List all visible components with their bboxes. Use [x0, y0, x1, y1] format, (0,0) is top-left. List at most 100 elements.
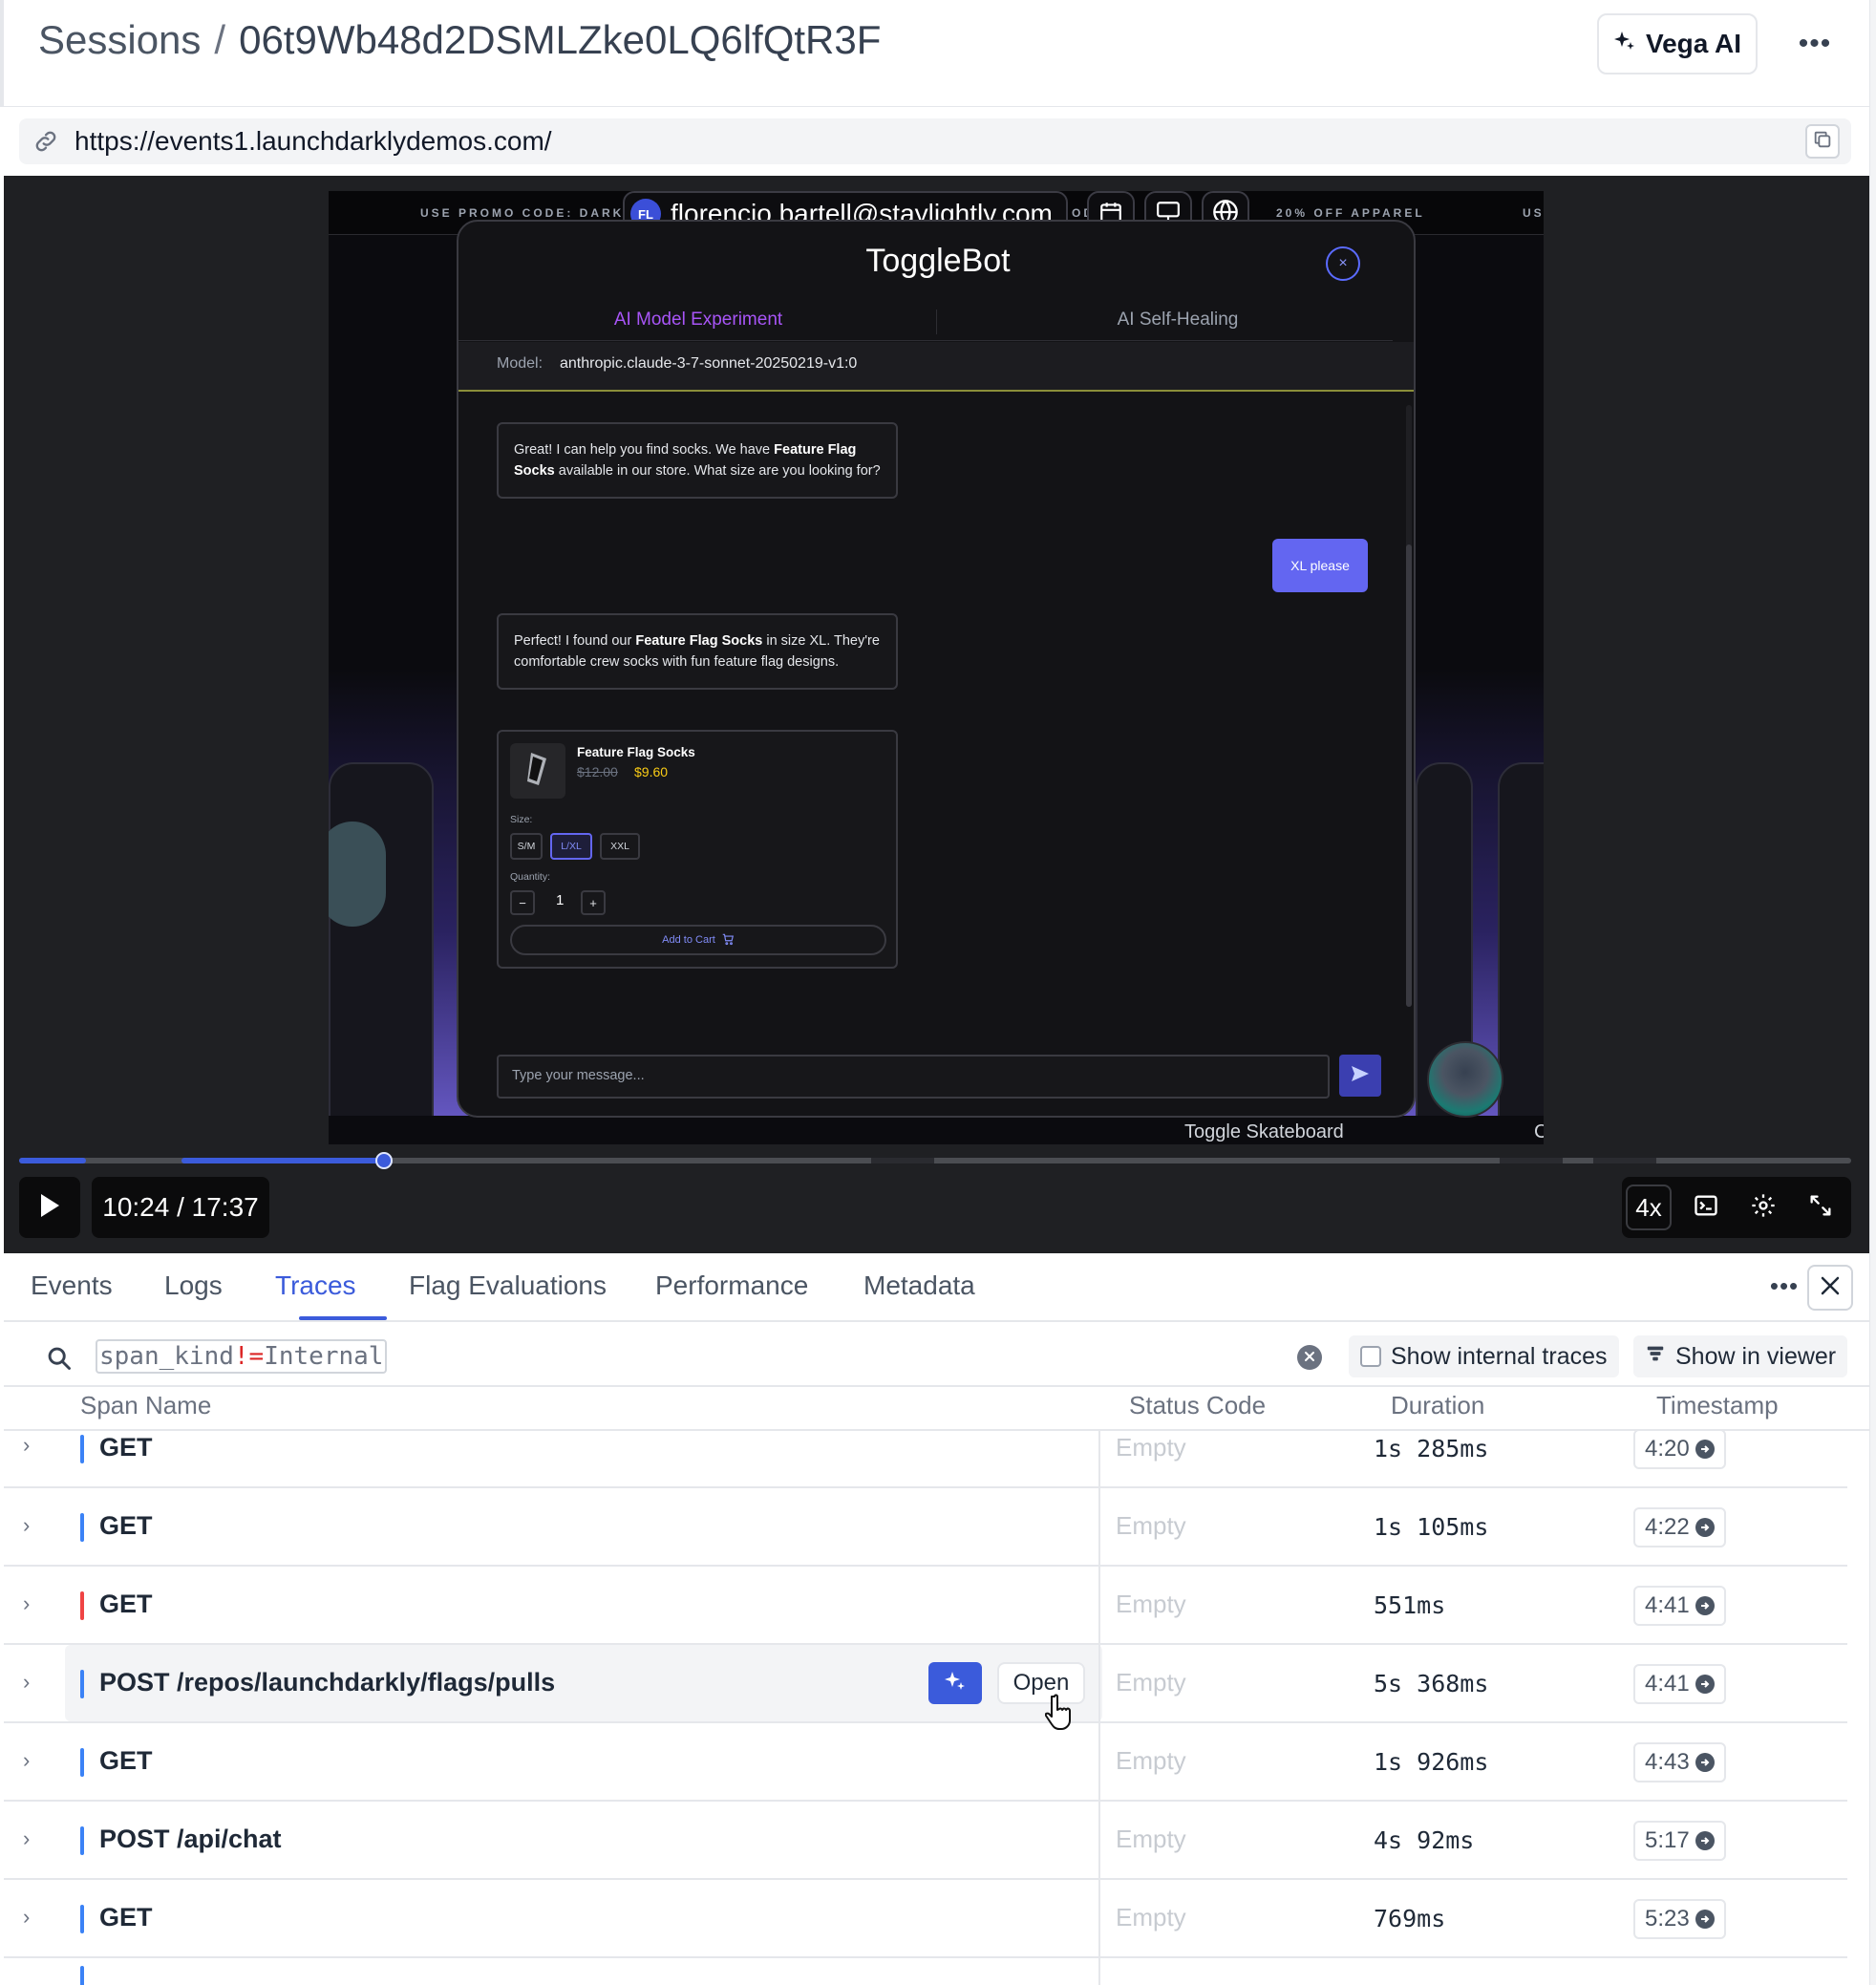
- span-name: POST /api/chat: [99, 1825, 282, 1853]
- timestamp-button[interactable]: 4:43: [1633, 1742, 1726, 1782]
- table-row[interactable]: [4, 1958, 1847, 1985]
- chat-scrollbar-thumb[interactable]: [1406, 544, 1412, 1007]
- timestamp-button[interactable]: 4:20: [1633, 1431, 1726, 1469]
- size-option-xxl[interactable]: XXL: [600, 833, 640, 860]
- arrow-right-icon: [1695, 1440, 1715, 1459]
- trace-search-input[interactable]: span_kind!=Internal: [96, 1339, 388, 1374]
- chevron-right-icon[interactable]: ›: [23, 1748, 30, 1773]
- tab-flag-evaluations[interactable]: Flag Evaluations: [409, 1270, 607, 1301]
- timestamp-button[interactable]: 5:23: [1633, 1899, 1726, 1939]
- table-row[interactable]: › GET Empty 551ms 4:41: [4, 1567, 1847, 1645]
- chatbot-close-button[interactable]: ×: [1326, 246, 1360, 281]
- chat-tab-ai-self-healing[interactable]: AI Self-Healing: [938, 309, 1414, 331]
- table-row[interactable]: › GET Empty 769ms 5:23: [4, 1880, 1847, 1958]
- timeline-inactive-segment: [871, 1158, 934, 1163]
- add-to-cart-button[interactable]: Add to Cart: [510, 925, 886, 955]
- play-button[interactable]: [19, 1177, 80, 1238]
- column-header-status-code[interactable]: Status Code: [1129, 1391, 1266, 1420]
- playback-speed-button[interactable]: 4x: [1626, 1185, 1672, 1230]
- status-code: Empty: [1116, 1825, 1186, 1853]
- quantity-increase-button[interactable]: +: [581, 890, 606, 915]
- chevron-right-icon[interactable]: ›: [23, 1826, 30, 1851]
- timestamp-button[interactable]: 4:41: [1633, 1586, 1726, 1626]
- timestamp-value: 4:20: [1645, 1436, 1690, 1462]
- breadcrumb-sessions-link[interactable]: Sessions: [38, 17, 201, 62]
- span-status-bar: [80, 1435, 84, 1463]
- span-status-bar: [80, 1513, 84, 1542]
- show-internal-traces-toggle[interactable]: Show internal traces: [1349, 1335, 1619, 1377]
- tab-performance[interactable]: Performance: [655, 1270, 808, 1301]
- table-row[interactable]: › POST /repos/launchdarkly/flags/pulls O…: [4, 1645, 1847, 1723]
- arrow-right-icon: [1695, 1910, 1715, 1929]
- quantity-label: Quantity:: [510, 871, 551, 883]
- arrow-right-icon: [1695, 1518, 1715, 1537]
- product-price: $9.60: [634, 764, 669, 779]
- vega-ai-button[interactable]: Vega AI: [1597, 13, 1758, 75]
- chatbot-launcher-avatar[interactable]: [1427, 1041, 1503, 1118]
- chevron-right-icon[interactable]: ›: [23, 1591, 30, 1616]
- duration: 5s 368ms: [1374, 1670, 1489, 1697]
- arrow-right-icon: [1695, 1675, 1715, 1694]
- column-header-duration[interactable]: Duration: [1391, 1391, 1484, 1420]
- size-option-sm[interactable]: S/M: [510, 833, 543, 860]
- timeline-activity-segment: [19, 1158, 86, 1163]
- query-operator: !=: [233, 1342, 265, 1371]
- timestamp-button[interactable]: 5:17: [1633, 1821, 1726, 1861]
- traces-table-header: Span Name Status Code Duration Timestamp: [4, 1387, 1869, 1431]
- sparkle-icon: [1613, 29, 1636, 59]
- chevron-right-icon[interactable]: ›: [23, 1433, 30, 1458]
- tabs-more-button[interactable]: •••: [1767, 1269, 1801, 1303]
- timeline-scrubber[interactable]: [374, 1152, 393, 1169]
- chevron-right-icon[interactable]: ›: [23, 1670, 30, 1695]
- more-options-button[interactable]: •••: [1788, 21, 1842, 67]
- traces-table-body: › GET Empty 1s 285ms 4:20 › GET Empty 1s…: [4, 1431, 1847, 1985]
- terminal-icon: [1693, 1192, 1719, 1224]
- model-info-row: Model: anthropic.claude-3-7-sonnet-20250…: [458, 342, 1414, 392]
- table-row[interactable]: › POST /api/chat Empty 4s 92ms 5:17: [4, 1802, 1847, 1880]
- fullscreen-button[interactable]: [1798, 1185, 1844, 1230]
- active-tab-indicator: [299, 1316, 387, 1320]
- chat-message-input[interactable]: Type your message...: [497, 1055, 1330, 1099]
- column-header-timestamp[interactable]: Timestamp: [1656, 1391, 1779, 1420]
- size-option-lxl[interactable]: L/XL: [550, 833, 592, 860]
- show-internal-traces-label: Show internal traces: [1391, 1342, 1608, 1370]
- table-row[interactable]: › GET Empty 1s 285ms 4:20: [4, 1431, 1847, 1488]
- url-bar: https://events1.launchdarklydemos.com/: [19, 118, 1851, 164]
- session-url[interactable]: https://events1.launchdarklydemos.com/: [75, 126, 552, 157]
- chat-tab-ai-model-experiment[interactable]: AI Model Experiment: [458, 309, 938, 331]
- table-row[interactable]: › GET Empty 1s 105ms 4:22: [4, 1488, 1847, 1567]
- clear-search-button[interactable]: [1297, 1345, 1322, 1370]
- sticker-image: [329, 822, 386, 927]
- chevron-right-icon[interactable]: ›: [23, 1513, 30, 1538]
- tab-events[interactable]: Events: [31, 1270, 113, 1301]
- span-name-cell: [65, 1431, 1102, 1486]
- close-panel-button[interactable]: [1807, 1265, 1853, 1311]
- table-row[interactable]: › GET Empty 1s 926ms 4:43: [4, 1723, 1847, 1802]
- vega-ai-label: Vega AI: [1645, 29, 1742, 58]
- span-name: GET: [99, 1590, 153, 1618]
- tab-logs[interactable]: Logs: [164, 1270, 223, 1301]
- show-in-viewer-button[interactable]: Show in viewer: [1633, 1335, 1848, 1377]
- column-divider: [1098, 1802, 1100, 1880]
- span-status-bar: [80, 1905, 84, 1933]
- ai-explain-button[interactable]: [928, 1662, 982, 1704]
- expand-icon: [1807, 1192, 1834, 1224]
- copy-url-button[interactable]: [1805, 124, 1840, 159]
- player-settings-button[interactable]: [1740, 1185, 1786, 1230]
- chat-send-button[interactable]: [1339, 1055, 1381, 1097]
- tab-metadata[interactable]: Metadata: [863, 1270, 975, 1301]
- quantity-decrease-button[interactable]: −: [510, 890, 535, 915]
- query-key: span_kind: [99, 1342, 234, 1371]
- chevron-right-icon[interactable]: ›: [23, 1905, 30, 1930]
- status-code: Empty: [1116, 1746, 1186, 1775]
- close-icon: [1304, 1350, 1315, 1365]
- session-id: 06t9Wb48d2DSMLZke0LQ6lfQtR3F: [239, 17, 882, 62]
- show-internal-traces-checkbox[interactable]: [1360, 1346, 1381, 1367]
- timestamp-button[interactable]: 4:41: [1633, 1664, 1726, 1704]
- column-header-span-name[interactable]: Span Name: [80, 1391, 211, 1420]
- tab-traces[interactable]: Traces: [275, 1270, 356, 1301]
- dev-tools-button[interactable]: [1683, 1185, 1729, 1230]
- timestamp-button[interactable]: 4:22: [1633, 1507, 1726, 1547]
- duration: 4s 92ms: [1374, 1826, 1475, 1854]
- chatbot-dialog: ToggleBot × AI Model Experiment AI Self-…: [457, 220, 1416, 1118]
